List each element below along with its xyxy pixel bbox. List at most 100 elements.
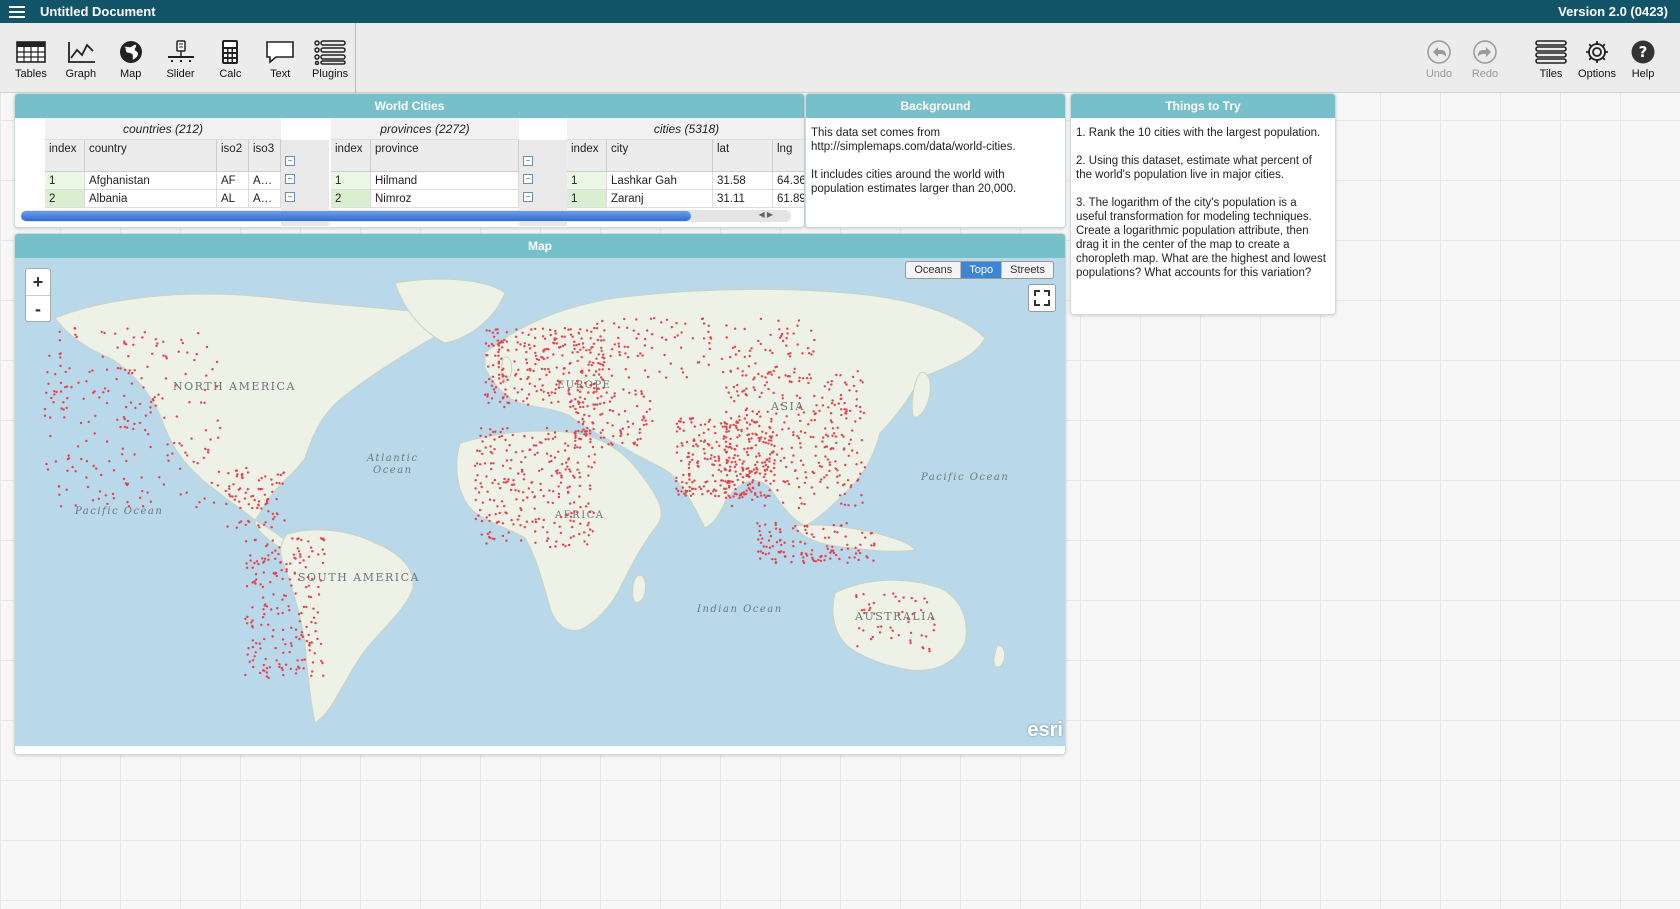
city-point[interactable]	[872, 601, 875, 605]
city-point[interactable]	[127, 505, 131, 508]
city-point[interactable]	[533, 385, 537, 388]
city-point[interactable]	[774, 527, 778, 530]
city-point[interactable]	[760, 375, 764, 378]
city-point[interactable]	[840, 524, 843, 527]
city-point[interactable]	[757, 481, 761, 485]
city-point[interactable]	[489, 433, 492, 437]
city-point[interactable]	[65, 488, 68, 491]
city-point[interactable]	[590, 346, 593, 349]
city-point[interactable]	[793, 371, 796, 374]
city-point[interactable]	[743, 493, 746, 496]
city-point[interactable]	[278, 546, 281, 549]
city-point[interactable]	[786, 375, 790, 378]
city-point[interactable]	[769, 534, 773, 538]
city-point[interactable]	[151, 398, 155, 401]
city-point[interactable]	[754, 493, 757, 496]
city-point[interactable]	[828, 463, 832, 467]
city-point[interactable]	[778, 528, 782, 531]
city-point[interactable]	[67, 454, 70, 457]
city-point[interactable]	[707, 489, 710, 493]
city-point[interactable]	[646, 329, 649, 332]
city-point[interactable]	[205, 374, 208, 377]
city-point[interactable]	[258, 526, 261, 529]
city-point[interactable]	[273, 515, 276, 519]
city-point[interactable]	[746, 433, 749, 437]
city-point[interactable]	[215, 385, 219, 388]
city-point[interactable]	[873, 612, 876, 615]
city-point[interactable]	[602, 436, 606, 439]
city-point[interactable]	[775, 541, 779, 544]
city-point[interactable]	[617, 345, 621, 348]
city-point[interactable]	[729, 417, 733, 420]
city-point[interactable]	[675, 476, 678, 479]
city-point[interactable]	[780, 403, 783, 406]
city-point[interactable]	[294, 628, 298, 631]
city-point[interactable]	[589, 383, 592, 387]
graph-button[interactable]: Graph	[56, 23, 106, 93]
city-point[interactable]	[819, 480, 822, 483]
city-point[interactable]	[246, 615, 249, 619]
city-point[interactable]	[537, 517, 541, 521]
city-point[interactable]	[500, 357, 503, 360]
city-point[interactable]	[681, 486, 684, 489]
city-point[interactable]	[267, 510, 270, 513]
city-point[interactable]	[579, 328, 582, 331]
city-point[interactable]	[277, 552, 280, 556]
city-point[interactable]	[245, 585, 249, 588]
collapse-icon[interactable]: −	[523, 174, 533, 184]
city-point[interactable]	[827, 406, 830, 409]
city-point[interactable]	[703, 457, 707, 460]
city-point[interactable]	[840, 413, 843, 417]
city-point[interactable]	[311, 670, 314, 673]
city-point[interactable]	[253, 538, 257, 542]
city-point[interactable]	[853, 556, 856, 559]
city-point[interactable]	[204, 429, 208, 432]
city-point[interactable]	[311, 577, 314, 581]
city-point[interactable]	[534, 354, 537, 357]
city-point[interactable]	[505, 340, 508, 343]
city-point[interactable]	[855, 463, 858, 466]
city-point[interactable]	[514, 489, 517, 492]
city-point[interactable]	[755, 412, 759, 416]
city-point[interactable]	[124, 368, 127, 372]
city-point[interactable]	[307, 584, 310, 587]
city-point[interactable]	[758, 439, 761, 443]
city-point[interactable]	[238, 521, 241, 524]
city-point[interactable]	[835, 373, 838, 377]
city-point[interactable]	[634, 389, 637, 392]
city-point[interactable]	[527, 343, 531, 346]
city-point[interactable]	[554, 332, 557, 335]
city-point[interactable]	[112, 469, 116, 472]
city-point[interactable]	[570, 511, 573, 515]
city-point[interactable]	[703, 439, 706, 442]
city-point[interactable]	[196, 462, 199, 465]
city-point[interactable]	[265, 675, 269, 678]
city-point[interactable]	[240, 473, 244, 477]
city-point[interactable]	[186, 454, 189, 457]
city-point[interactable]	[85, 380, 88, 383]
city-point[interactable]	[576, 359, 579, 363]
city-point[interactable]	[830, 383, 833, 386]
city-point[interactable]	[707, 420, 710, 423]
city-point[interactable]	[321, 548, 324, 551]
city-point[interactable]	[828, 469, 831, 473]
city-point[interactable]	[261, 557, 264, 560]
background-tile[interactable]: Background This data set comes from http…	[805, 93, 1066, 228]
city-point[interactable]	[736, 383, 739, 387]
city-point[interactable]	[50, 396, 53, 400]
city-point[interactable]	[498, 435, 501, 439]
city-point[interactable]	[831, 427, 835, 430]
city-point[interactable]	[595, 327, 599, 330]
city-point[interactable]	[729, 465, 732, 468]
city-point[interactable]	[497, 362, 501, 365]
city-point[interactable]	[486, 354, 489, 357]
city-point[interactable]	[764, 473, 767, 476]
city-point[interactable]	[707, 330, 710, 334]
city-point[interactable]	[211, 368, 214, 371]
city-point[interactable]	[146, 433, 150, 436]
city-point[interactable]	[781, 428, 784, 431]
city-point[interactable]	[59, 364, 62, 368]
city-point[interactable]	[270, 478, 273, 481]
city-point[interactable]	[761, 461, 764, 464]
city-point[interactable]	[505, 331, 509, 334]
